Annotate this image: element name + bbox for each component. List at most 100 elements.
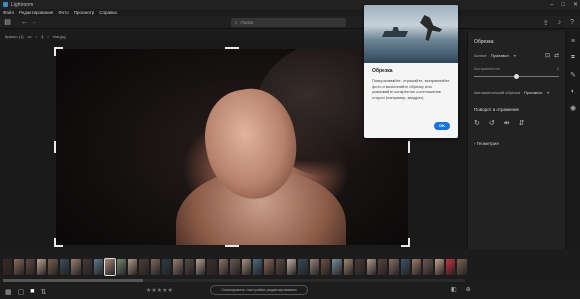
search-input[interactable]: Поиск bbox=[241, 20, 253, 25]
breadcrumb-more[interactable]: ••• bbox=[28, 34, 32, 39]
slider-knob[interactable] bbox=[514, 73, 519, 79]
healing-icon[interactable]: ✎ bbox=[570, 71, 576, 79]
filmstrip-thumbnail[interactable] bbox=[14, 259, 24, 275]
filmstrip-thumbnail[interactable] bbox=[332, 259, 342, 275]
crop-handle-bottom-right[interactable] bbox=[401, 238, 410, 247]
crop-handle-bottom[interactable] bbox=[225, 245, 239, 247]
filmstrip-thumbnail[interactable] bbox=[162, 259, 172, 275]
filmstrip-thumbnail[interactable] bbox=[173, 259, 183, 275]
scrollbar-thumb[interactable] bbox=[3, 279, 143, 282]
filmstrip-thumbnail[interactable] bbox=[93, 259, 104, 275]
crop-handle-top[interactable] bbox=[225, 47, 239, 49]
filmstrip-thumbnail[interactable] bbox=[48, 259, 58, 275]
filmstrip-thumbnail[interactable] bbox=[150, 259, 161, 275]
search-box[interactable]: ⌕ Поиск bbox=[231, 18, 346, 27]
filmstrip-thumbnail[interactable] bbox=[400, 259, 410, 275]
sliders-icon[interactable]: ≡ bbox=[571, 38, 575, 45]
flip-vertical-icon[interactable]: ⇵ bbox=[519, 119, 525, 127]
grid-view-icon[interactable]: ▦ bbox=[5, 288, 12, 296]
filmstrip-thumbnail[interactable] bbox=[196, 259, 206, 275]
filmstrip-thumbnail[interactable] bbox=[457, 259, 467, 275]
filmstrip-thumbnail[interactable] bbox=[264, 259, 274, 275]
menu-help[interactable]: Справка bbox=[99, 10, 117, 15]
rating-stars[interactable]: ★★★★★ bbox=[146, 287, 173, 294]
close-icon[interactable]: ✕ bbox=[573, 1, 578, 8]
sidebar-icon[interactable]: ▤ bbox=[3, 18, 12, 26]
filmstrip-thumbnail[interactable] bbox=[377, 259, 388, 275]
filmstrip-thumbnail[interactable] bbox=[116, 259, 126, 275]
filmstrip-thumbnail[interactable] bbox=[139, 259, 149, 275]
straighten-slider[interactable] bbox=[474, 72, 559, 80]
bottom-right-tools: ◧ ⊕ bbox=[451, 286, 471, 293]
menu-file[interactable]: Файл bbox=[3, 10, 14, 15]
popover-illustration bbox=[364, 5, 458, 63]
crop-handle-top-left[interactable] bbox=[54, 47, 63, 56]
geometry-section[interactable]: › Геометрия bbox=[474, 141, 559, 146]
filmstrip-thumbnail[interactable] bbox=[218, 259, 229, 275]
filmstrip-thumbnail[interactable] bbox=[184, 259, 195, 275]
menu-edit[interactable]: Редактирование bbox=[19, 10, 53, 15]
masking-icon[interactable]: ◐ bbox=[571, 88, 575, 95]
copy-settings-button[interactable]: Скопировать настройки редактирования bbox=[210, 285, 308, 295]
lock-icon[interactable]: ⊡ bbox=[545, 52, 550, 59]
filmstrip-thumbnail[interactable] bbox=[309, 259, 320, 275]
redeye-icon[interactable]: ◉ bbox=[570, 104, 576, 112]
filmstrip-thumbnail[interactable] bbox=[59, 259, 70, 275]
menu-view[interactable]: Просмотр bbox=[74, 10, 95, 15]
filmstrip-thumbnail[interactable] bbox=[207, 259, 217, 275]
filmstrip-thumbnail[interactable] bbox=[343, 259, 354, 275]
filmstrip-thumbnail[interactable] bbox=[104, 258, 116, 276]
crop-icon[interactable]: ⌗ bbox=[571, 54, 575, 62]
filmstrip-scrollbar[interactable] bbox=[3, 279, 465, 282]
flip-horizontal-icon[interactable]: ⇹ bbox=[504, 119, 510, 127]
filmstrip-thumbnail[interactable] bbox=[127, 259, 138, 275]
crop-handle-bottom-left[interactable] bbox=[54, 238, 63, 247]
filmstrip-thumbnail[interactable] bbox=[275, 259, 285, 275]
arrow-right-icon[interactable]: → bbox=[29, 19, 38, 26]
filmstrip-thumbnail[interactable] bbox=[321, 259, 331, 275]
slider-track[interactable] bbox=[474, 73, 559, 79]
breadcrumb-album[interactable]: Кратко (1) bbox=[5, 34, 24, 39]
filmstrip-thumbnail[interactable] bbox=[366, 259, 376, 275]
popover-ok-button[interactable]: OK bbox=[434, 122, 450, 130]
compare-icon[interactable]: ◧ bbox=[451, 286, 457, 293]
rotate-right-icon[interactable]: ↻ bbox=[474, 119, 480, 127]
filmstrip-thumbnail[interactable] bbox=[71, 259, 81, 275]
rotate-left-icon[interactable]: ↺ bbox=[489, 119, 495, 127]
chevron-down-icon[interactable]: ▾ bbox=[514, 53, 516, 58]
aspect-dropdown[interactable]: Произвол. bbox=[491, 53, 510, 58]
filmstrip-thumbnail[interactable] bbox=[252, 259, 263, 275]
filmstrip-thumbnail[interactable] bbox=[37, 259, 47, 275]
filmstrip-thumbnail[interactable] bbox=[25, 259, 36, 275]
chevron-down-icon[interactable]: ▾ bbox=[547, 90, 549, 95]
photo-image[interactable] bbox=[56, 49, 408, 245]
menu-photo[interactable]: Фото bbox=[58, 10, 68, 15]
filmstrip-thumbnail[interactable] bbox=[286, 259, 297, 275]
filmstrip-thumbnail[interactable] bbox=[446, 259, 456, 275]
filmstrip-thumbnail[interactable] bbox=[82, 259, 92, 275]
bell-icon[interactable]: ♪ bbox=[558, 19, 562, 26]
auto-crop-dropdown[interactable]: Произвол. bbox=[524, 90, 543, 95]
filmstrip-thumbnail[interactable] bbox=[355, 259, 365, 275]
filmstrip-thumbnail[interactable] bbox=[241, 259, 251, 275]
arrow-left-icon[interactable]: ← bbox=[20, 19, 29, 26]
detail-view-icon[interactable]: ■ bbox=[30, 288, 34, 295]
zoom-icon[interactable]: ⊕ bbox=[466, 286, 471, 293]
crop-handle-left[interactable] bbox=[54, 141, 56, 153]
upload-icon[interactable]: ⇪ bbox=[543, 19, 549, 27]
filmstrip-thumbnail[interactable] bbox=[298, 259, 308, 275]
minimize-icon[interactable]: – bbox=[550, 2, 553, 8]
filmstrip-thumbnail[interactable] bbox=[411, 259, 422, 275]
crop-handle-right[interactable] bbox=[408, 141, 410, 153]
flip-icon[interactable]: ⇄ bbox=[554, 52, 559, 59]
filmstrip-thumbnail[interactable] bbox=[230, 259, 240, 275]
filmstrip-thumbnail[interactable] bbox=[434, 259, 445, 275]
sort-icon[interactable]: ⇅ bbox=[40, 288, 46, 296]
filmstrip-thumbnail[interactable] bbox=[3, 259, 13, 275]
filmstrip-thumbnail[interactable] bbox=[389, 259, 399, 275]
filmstrip-thumbnail[interactable] bbox=[423, 259, 433, 275]
help-icon[interactable]: ? bbox=[570, 19, 574, 26]
straighten-value[interactable]: 0 bbox=[557, 66, 559, 71]
square-view-icon[interactable]: ▢ bbox=[18, 288, 25, 296]
maximize-icon[interactable]: □ bbox=[561, 2, 565, 8]
